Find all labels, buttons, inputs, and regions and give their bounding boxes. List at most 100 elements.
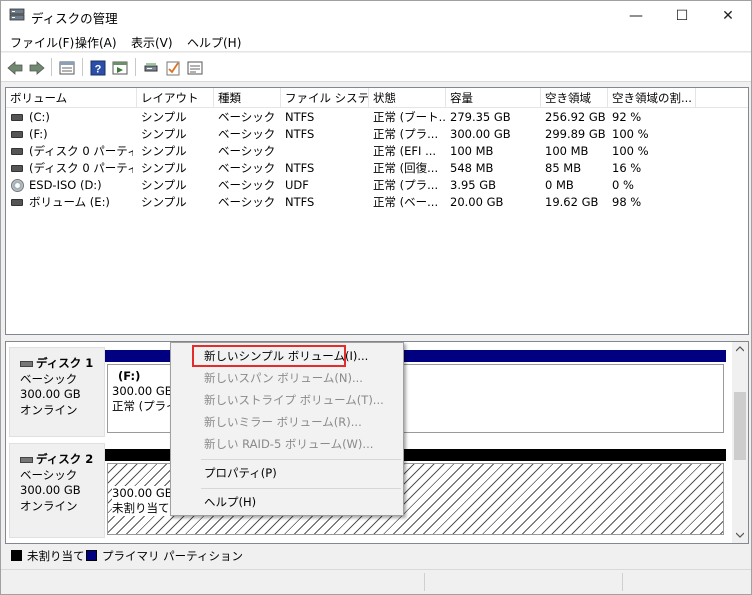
menu-item-new-mirrored-volume[interactable]: 新しいミラー ボリューム(R)...	[204, 413, 362, 431]
cell-volume: (ディスク 0 パーティシ...	[29, 144, 133, 158]
settings-icon[interactable]	[186, 59, 204, 76]
menu-item-help[interactable]: ヘルプ(H)	[204, 493, 256, 511]
back-arrow-icon[interactable]	[6, 59, 24, 76]
unallocated-legend-swatch	[11, 550, 22, 561]
cell-free-percent: 0 %	[612, 178, 634, 192]
cell-volume: (ディスク 0 パーティシ...	[29, 161, 133, 175]
drive-icon	[11, 148, 23, 155]
disk-2-state: オンライン	[20, 498, 78, 513]
drive-icon	[11, 114, 23, 121]
column-header-filesystem[interactable]: ファイル システム	[281, 88, 369, 108]
cell-volume: (C:)	[29, 110, 50, 124]
menu-separator	[201, 459, 401, 460]
menu-item-new-simple-volume[interactable]: 新しいシンプル ボリューム(I)...	[204, 347, 368, 365]
cell-type: ベーシック	[218, 161, 276, 175]
disk-1-info[interactable]: ディスク 1 ベーシック 300.00 GB オンライン	[9, 347, 105, 437]
column-header-free-percent[interactable]: 空き領域の割...	[608, 88, 696, 108]
cd-drive-icon	[11, 179, 24, 192]
cell-free-space: 0 MB	[545, 178, 574, 192]
cell-free-percent: 16 %	[612, 161, 642, 175]
menu-file[interactable]: ファイル(F)	[10, 34, 74, 51]
menu-help[interactable]: ヘルプ(H)	[187, 34, 241, 51]
cell-capacity: 100 MB	[450, 144, 494, 158]
table-row[interactable]: ボリューム (E:) シンプル ベーシック NTFS 正常 (ベー... 20.…	[6, 194, 748, 211]
menu-item-new-raid5-volume[interactable]: 新しい RAID-5 ボリューム(W)...	[204, 435, 373, 453]
cell-status: 正常 (ブート...	[373, 110, 445, 124]
disk-view-scrollbar[interactable]	[732, 342, 748, 543]
toolbar-separator	[135, 58, 136, 76]
table-row[interactable]: (C:) シンプル ベーシック NTFS 正常 (ブート... 279.35 G…	[6, 109, 748, 126]
disk-list-icon[interactable]	[58, 59, 76, 76]
disk-2-name-label: ディスク 2	[36, 452, 94, 466]
cell-status: 正常 (プラ...	[373, 127, 439, 141]
column-header-status[interactable]: 状態	[369, 88, 446, 108]
cell-status: 正常 (ベー...	[373, 195, 439, 209]
scroll-up-icon[interactable]	[736, 346, 744, 352]
cell-volume: ボリューム (E:)	[29, 195, 110, 209]
drive-icon	[11, 131, 23, 138]
menu-item-properties[interactable]: プロパティ(P)	[204, 464, 277, 482]
disk-management-app-icon	[9, 8, 25, 21]
cell-type: ベーシック	[218, 127, 276, 141]
menu-item-new-striped-volume[interactable]: 新しいストライプ ボリューム(T)...	[204, 391, 384, 409]
cell-free-percent: 100 %	[612, 144, 649, 158]
menu-action[interactable]: 操作(A)	[75, 34, 117, 51]
hard-disk-icon	[20, 361, 33, 367]
minimize-button[interactable]: —	[613, 1, 659, 31]
menu-view[interactable]: 表示(V)	[131, 34, 173, 51]
cell-layout: シンプル	[141, 161, 187, 175]
disk-1-name: ディスク 1	[20, 356, 104, 372]
scroll-down-icon[interactable]	[736, 532, 744, 538]
cell-status: 正常 (回復...	[373, 161, 439, 175]
table-row[interactable]: (ディスク 0 パーティシ... シンプル ベーシック 正常 (EFI ... …	[6, 143, 748, 160]
cell-free-space: 85 MB	[545, 161, 582, 175]
help-icon[interactable]: ?	[89, 59, 107, 76]
drive-icon	[11, 165, 23, 172]
toolbar: ?	[1, 53, 751, 82]
column-header-type[interactable]: 種類	[214, 88, 281, 108]
volume-list: ボリューム レイアウト 種類 ファイル システム 状態 容量 空き領域 空き領域…	[5, 87, 749, 335]
table-row[interactable]: (ディスク 0 パーティシ... シンプル ベーシック NTFS 正常 (回復.…	[6, 160, 748, 177]
cell-capacity: 548 MB	[450, 161, 494, 175]
cell-layout: シンプル	[141, 144, 187, 158]
table-row[interactable]: (F:) シンプル ベーシック NTFS 正常 (プラ... 300.00 GB…	[6, 126, 748, 143]
cell-filesystem: NTFS	[285, 110, 315, 124]
context-menu: 新しいシンプル ボリューム(I)... 新しいスパン ボリューム(N)... 新…	[170, 342, 404, 516]
menu-bar: ファイル(F) 操作(A) 表示(V) ヘルプ(H)	[1, 31, 751, 52]
cell-filesystem: NTFS	[285, 161, 315, 175]
column-header-layout[interactable]: レイアウト	[137, 88, 214, 108]
scrollbar-thumb[interactable]	[734, 392, 746, 460]
volume-list-header: ボリューム レイアウト 種類 ファイル システム 状態 容量 空き領域 空き領域…	[6, 88, 748, 108]
menu-item-new-spanned-volume[interactable]: 新しいスパン ボリューム(N)...	[204, 369, 363, 387]
close-button[interactable]: ✕	[705, 1, 751, 31]
primary-legend-swatch	[86, 550, 97, 561]
unallocated-status: 未割り当て	[112, 501, 170, 516]
connect-icon[interactable]	[142, 59, 160, 76]
table-row[interactable]: ESD-ISO (D:) シンプル ベーシック UDF 正常 (プラ... 3.…	[6, 177, 748, 194]
menu-separator	[201, 488, 401, 489]
column-header-volume[interactable]: ボリューム	[6, 88, 137, 108]
cell-type: ベーシック	[218, 110, 276, 124]
forward-arrow-icon[interactable]	[28, 59, 46, 76]
check-icon[interactable]	[164, 59, 182, 76]
cell-type: ベーシック	[218, 144, 276, 158]
column-header-free-space[interactable]: 空き領域	[541, 88, 608, 108]
cell-free-percent: 100 %	[612, 127, 649, 141]
properties-icon[interactable]	[111, 59, 129, 76]
legend-primary-partition: プライマリ パーティション	[102, 549, 243, 563]
maximize-button[interactable]: ☐	[659, 1, 705, 31]
title-bar: ディスクの管理 — ☐ ✕	[1, 1, 751, 31]
disk-1-state: オンライン	[20, 402, 78, 417]
cell-layout: シンプル	[141, 110, 187, 124]
toolbar-separator	[82, 58, 83, 76]
cell-capacity: 279.35 GB	[450, 110, 511, 124]
status-segment	[424, 573, 622, 591]
cell-filesystem	[285, 143, 367, 160]
disk-2-type: ベーシック	[20, 467, 78, 482]
disk-1-type: ベーシック	[20, 371, 78, 386]
cell-filesystem: NTFS	[285, 195, 315, 209]
cell-free-space: 299.89 GB	[545, 127, 606, 141]
disk-2-info[interactable]: ディスク 2 ベーシック 300.00 GB オンライン	[9, 443, 105, 538]
column-header-capacity[interactable]: 容量	[446, 88, 541, 108]
hard-disk-icon	[20, 457, 33, 463]
